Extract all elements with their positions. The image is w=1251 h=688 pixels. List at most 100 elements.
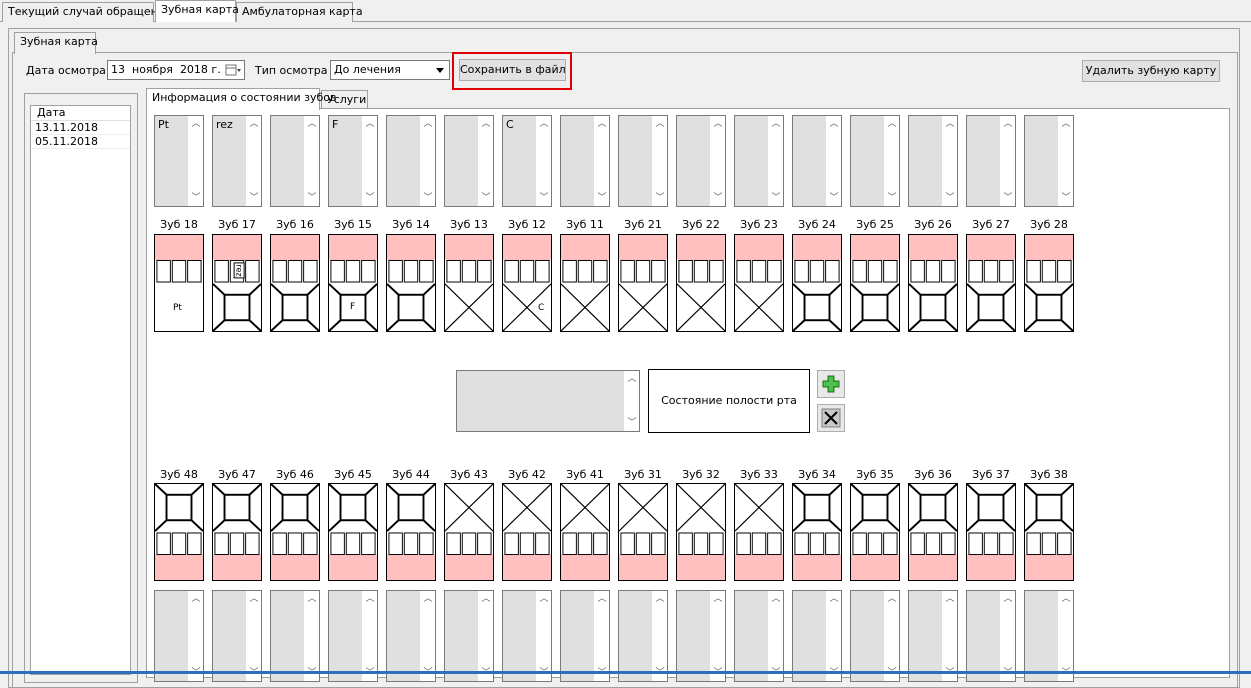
tooth-note-box[interactable]: ︿﹀ (734, 590, 784, 682)
tooth-diagram[interactable] (966, 483, 1016, 581)
scroll-up-icon[interactable]: ︿ (1058, 116, 1073, 132)
tooth-diagram[interactable] (154, 483, 204, 581)
tooth-note-box[interactable]: ︿﹀ (618, 590, 668, 682)
tooth-diagram[interactable]: rez (212, 234, 262, 332)
tooth-note-box[interactable]: ︿﹀ (1024, 115, 1074, 207)
note-scrollbar[interactable]: ︿﹀ (477, 591, 493, 681)
note-scrollbar[interactable]: ︿﹀ (709, 116, 725, 206)
note-scrollbar[interactable]: ︿﹀ (419, 116, 435, 206)
note-scrollbar[interactable]: ︿﹀ (535, 116, 551, 206)
scroll-up-icon[interactable]: ︿ (710, 591, 725, 607)
scroll-up-icon[interactable]: ︿ (624, 371, 639, 387)
scroll-up-icon[interactable]: ︿ (826, 116, 841, 132)
tab-dental-chart[interactable]: Зубная карта (155, 0, 239, 22)
note-scrollbar[interactable]: ︿﹀ (419, 591, 435, 681)
oral-state-box[interactable]: Состояние полости рта (648, 369, 810, 433)
note-scrollbar[interactable]: ︿﹀ (187, 591, 203, 681)
note-scrollbar[interactable]: ︿﹀ (767, 116, 783, 206)
note-scrollbar[interactable]: ︿﹀ (709, 591, 725, 681)
tooth-note-box[interactable]: ︿﹀ (154, 590, 204, 682)
scroll-down-icon[interactable]: ﹀ (478, 190, 493, 206)
tooth-diagram[interactable] (618, 234, 668, 332)
scroll-up-icon[interactable]: ︿ (1000, 116, 1015, 132)
tooth-diagram[interactable] (734, 234, 784, 332)
scroll-up-icon[interactable]: ︿ (188, 116, 203, 132)
exam-date-field[interactable]: 13 ноября 2018 г. (107, 60, 245, 80)
note-scrollbar[interactable]: ︿﹀ (999, 116, 1015, 206)
tooth-diagram[interactable] (502, 483, 552, 581)
scroll-down-icon[interactable]: ﹀ (246, 190, 261, 206)
tooth-diagram[interactable] (676, 234, 726, 332)
tooth-note-box[interactable]: ︿﹀ (966, 115, 1016, 207)
note-scrollbar[interactable]: ︿﹀ (245, 591, 261, 681)
tooth-diagram[interactable] (386, 483, 436, 581)
scroll-up-icon[interactable]: ︿ (246, 116, 261, 132)
note-scrollbar[interactable]: ︿﹀ (1057, 116, 1073, 206)
scroll-down-icon[interactable]: ﹀ (884, 190, 899, 206)
note-scrollbar[interactable]: ︿﹀ (825, 116, 841, 206)
note-scrollbar[interactable]: ︿﹀ (999, 591, 1015, 681)
tooth-diagram[interactable] (444, 483, 494, 581)
scroll-up-icon[interactable]: ︿ (594, 116, 609, 132)
scroll-up-icon[interactable]: ︿ (536, 591, 551, 607)
scroll-up-icon[interactable]: ︿ (652, 591, 667, 607)
chevron-down-icon[interactable] (433, 63, 447, 77)
scroll-up-icon[interactable]: ︿ (942, 591, 957, 607)
scroll-down-icon[interactable]: ﹀ (1000, 190, 1015, 206)
scroll-down-icon[interactable]: ﹀ (304, 190, 319, 206)
tooth-note-box[interactable]: rez ︿ ﹀ (212, 115, 262, 207)
scroll-up-icon[interactable]: ︿ (478, 116, 493, 132)
scroll-up-icon[interactable]: ︿ (304, 591, 319, 607)
tooth-diagram[interactable]: C (502, 234, 552, 332)
tooth-note-box[interactable]: ︿﹀ (618, 115, 668, 207)
tooth-diagram[interactable] (386, 234, 436, 332)
tooth-diagram[interactable] (212, 483, 262, 581)
tooth-diagram[interactable] (850, 234, 900, 332)
tab-outpatient-card[interactable]: Амбулаторная карта (236, 2, 363, 22)
scroll-down-icon[interactable]: ﹀ (362, 190, 377, 206)
scroll-down-icon[interactable]: ﹀ (710, 190, 725, 206)
tooth-diagram[interactable] (618, 483, 668, 581)
tooth-note-box[interactable]: C ︿ ﹀ (502, 115, 552, 207)
tooth-diagram[interactable] (328, 483, 378, 581)
tooth-note-box[interactable]: ︿﹀ (270, 115, 320, 207)
note-scrollbar[interactable]: ︿﹀ (187, 116, 203, 206)
delete-dental-chart-button[interactable]: Удалить зубную карту (1082, 60, 1220, 82)
tooth-note-box[interactable]: ︿﹀ (792, 115, 842, 207)
note-scrollbar[interactable]: ︿﹀ (941, 591, 957, 681)
calendar-icon[interactable] (224, 63, 242, 77)
tooth-diagram[interactable] (560, 483, 610, 581)
note-scrollbar[interactable]: ︿﹀ (825, 591, 841, 681)
note-scrollbar[interactable]: ︿﹀ (1057, 591, 1073, 681)
tooth-note-box[interactable]: ︿﹀ (966, 590, 1016, 682)
exam-type-select[interactable]: До лечения (330, 60, 450, 80)
oral-state-notes[interactable]: ︿ ﹀ (456, 370, 640, 432)
scroll-up-icon[interactable]: ︿ (884, 116, 899, 132)
note-scrollbar[interactable]: ︿﹀ (883, 591, 899, 681)
history-item[interactable]: 13.11.2018 (31, 121, 130, 135)
scroll-up-icon[interactable]: ︿ (594, 591, 609, 607)
tooth-note-box[interactable]: ︿﹀ (560, 590, 610, 682)
scroll-up-icon[interactable]: ︿ (188, 591, 203, 607)
tooth-note-box[interactable]: F ︿ ﹀ (328, 115, 378, 207)
note-scrollbar[interactable]: ︿﹀ (535, 591, 551, 681)
tooth-diagram[interactable] (1024, 483, 1074, 581)
tooth-note-box[interactable]: ︿﹀ (676, 115, 726, 207)
remove-button[interactable] (817, 404, 845, 432)
tooth-note-box[interactable]: ︿﹀ (908, 590, 958, 682)
note-scrollbar[interactable]: ︿﹀ (477, 116, 493, 206)
scroll-up-icon[interactable]: ︿ (652, 116, 667, 132)
tooth-note-box[interactable]: ︿﹀ (386, 115, 436, 207)
scroll-down-icon[interactable]: ﹀ (768, 190, 783, 206)
tooth-diagram[interactable] (908, 483, 958, 581)
note-scrollbar[interactable]: ︿﹀ (361, 591, 377, 681)
tooth-note-box[interactable]: Pt ︿ ﹀ (154, 115, 204, 207)
tooth-diagram[interactable] (850, 483, 900, 581)
tooth-note-box[interactable]: ︿﹀ (444, 590, 494, 682)
tooth-note-box[interactable]: ︿﹀ (850, 590, 900, 682)
tooth-diagram[interactable]: F (328, 234, 378, 332)
scroll-up-icon[interactable]: ︿ (362, 116, 377, 132)
tooth-note-box[interactable]: ︿﹀ (792, 590, 842, 682)
tooth-note-box[interactable]: ︿﹀ (676, 590, 726, 682)
note-scrollbar[interactable]: ︿﹀ (303, 116, 319, 206)
